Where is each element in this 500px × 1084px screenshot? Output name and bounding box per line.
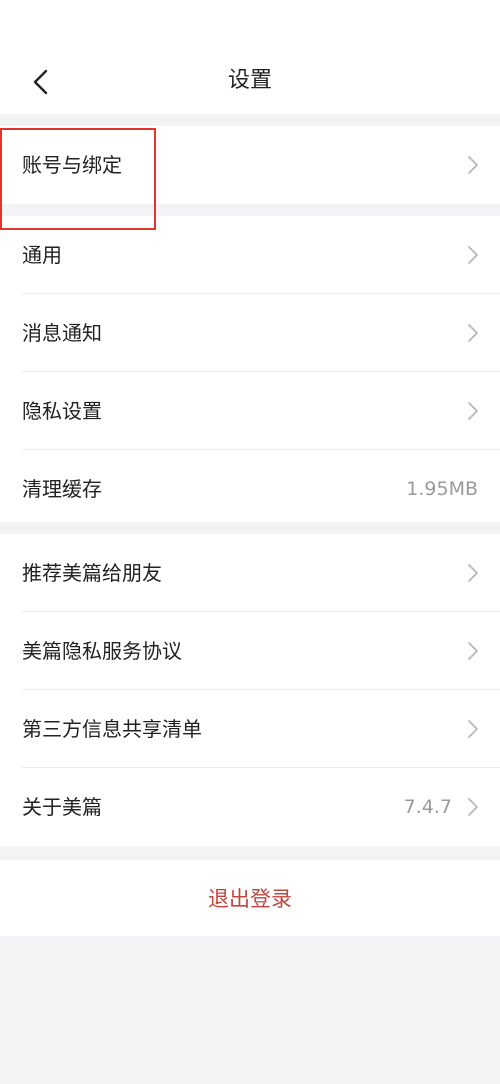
row-label: 消息通知 [22,321,102,345]
section-gap [0,522,500,534]
row-label: 美篇隐私服务协议 [22,639,182,663]
top-nav-bar: 设置 [0,0,500,114]
chevron-right-icon [468,246,478,264]
chevron-right-icon [468,564,478,582]
app-version-value: 7.4.7 [403,796,452,818]
settings-row-clear-cache[interactable]: 清理缓存 1.95MB [0,450,500,528]
logout-label: 退出登录 [208,887,292,911]
settings-row-recommend-friends[interactable]: 推荐美篇给朋友 [0,534,500,612]
account-group: 账号与绑定 [0,126,500,204]
section-gap [0,114,500,126]
settings-row-notifications[interactable]: 消息通知 [0,294,500,372]
settings-row-privacy-agreement[interactable]: 美篇隐私服务协议 [0,612,500,690]
settings-row-privacy[interactable]: 隐私设置 [0,372,500,450]
row-label: 隐私设置 [22,399,102,423]
row-label: 账号与绑定 [22,153,122,177]
chevron-right-icon [468,324,478,342]
row-label: 推荐美篇给朋友 [22,561,162,585]
page-title: 设置 [227,68,272,93]
settings-row-account-binding[interactable]: 账号与绑定 [0,126,500,204]
settings-row-general[interactable]: 通用 [0,216,500,294]
chevron-right-icon [468,798,478,816]
general-group: 通用 消息通知 隐私设置 清理缓存 1.95MB [0,216,500,522]
logout-button[interactable]: 退出登录 [0,860,500,936]
chevron-right-icon [468,720,478,738]
settings-row-about[interactable]: 关于美篇 7.4.7 [0,768,500,846]
about-group: 推荐美篇给朋友 美篇隐私服务协议 第三方信息共享清单 关于美篇 7.4.7 [0,534,500,846]
cache-size-value: 1.95MB [406,478,478,500]
section-gap [0,846,500,860]
chevron-right-icon [468,156,478,174]
row-label: 关于美篇 [22,795,102,819]
row-label: 第三方信息共享清单 [22,717,202,741]
chevron-right-icon [468,642,478,660]
section-gap [0,204,500,216]
row-label: 通用 [22,243,62,267]
row-label: 清理缓存 [22,477,102,501]
settings-row-third-party-sharing[interactable]: 第三方信息共享清单 [0,690,500,768]
chevron-right-icon [468,402,478,420]
